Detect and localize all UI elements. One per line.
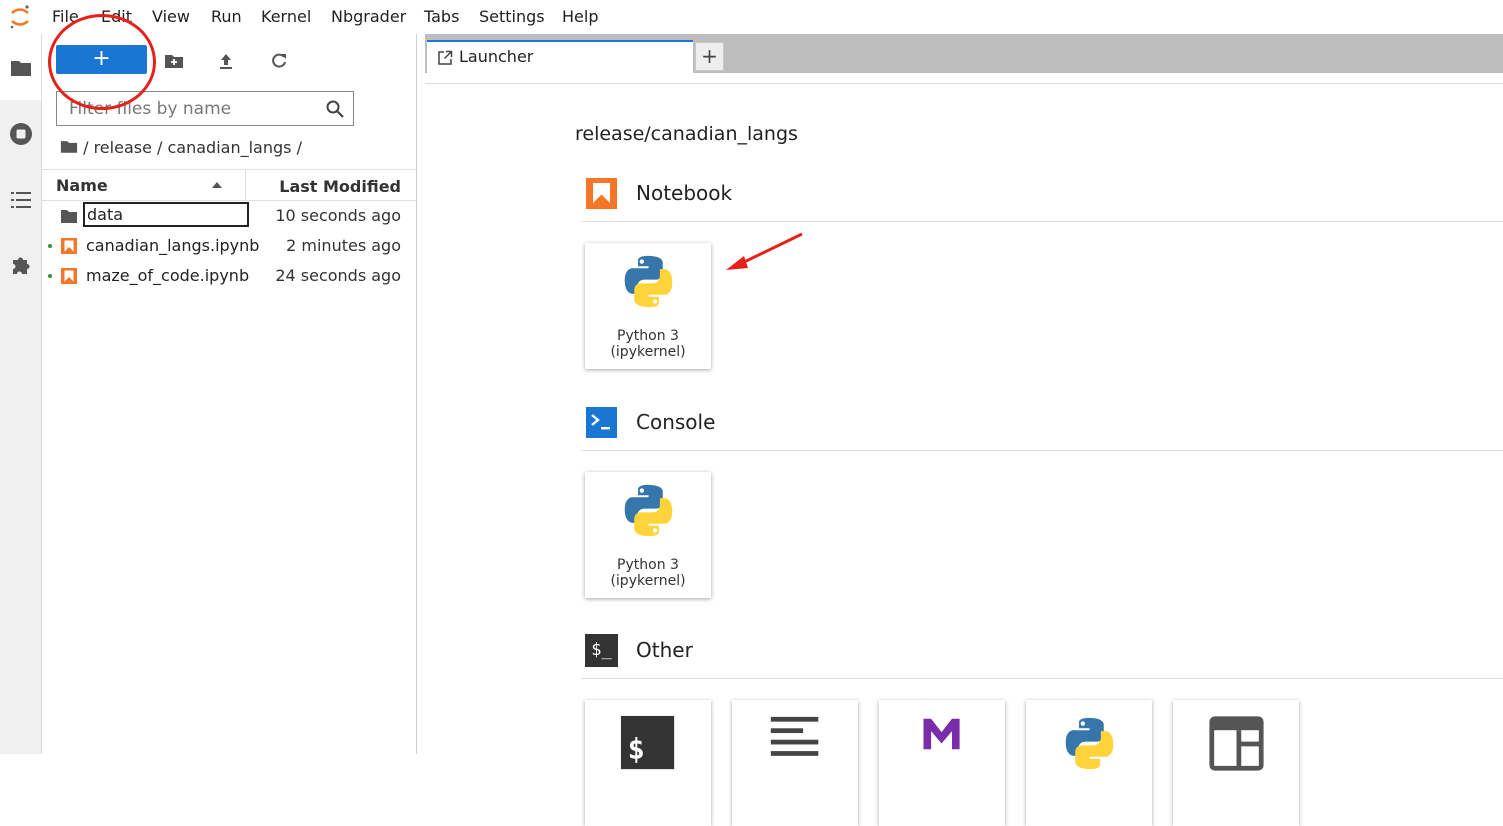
- breadcrumb-separator: /: [83, 138, 89, 157]
- column-divider[interactable]: [245, 170, 246, 200]
- other-section-title: Other: [636, 638, 693, 662]
- breadcrumb-canadian-langs[interactable]: canadian_langs: [168, 138, 292, 157]
- console-section-icon: [586, 407, 617, 438]
- red-arrow-annotation: [726, 232, 803, 270]
- sort-ascending-icon[interactable]: [212, 182, 222, 188]
- new-folder-icon[interactable]: [164, 51, 184, 71]
- folder-icon[interactable]: [9, 56, 33, 80]
- show-contextual-help-icon: [1209, 716, 1264, 771]
- rename-input[interactable]: data: [83, 202, 249, 227]
- terminal-card[interactable]: $: [585, 700, 711, 826]
- python-logo-icon: [624, 255, 673, 308]
- menu-bar: File Edit View Run Kernel Nbgrader Tabs …: [0, 0, 1503, 34]
- launcher-tab-icon: [438, 50, 453, 65]
- card-label: Python 3 (ipykernel): [610, 557, 686, 589]
- breadcrumb: / release / canadian_langs /: [60, 138, 302, 160]
- extension-puzzle-icon[interactable]: [9, 254, 33, 278]
- file-modified: 10 seconds ago: [275, 206, 401, 225]
- file-list-header: Name Last Modified: [42, 169, 416, 201]
- tab-bar: Launcher +: [425, 34, 1503, 73]
- notebook-python3-card[interactable]: Python 3 (ipykernel): [585, 243, 711, 369]
- menu-view[interactable]: View: [152, 7, 190, 26]
- card-label: Python 3 (ipykernel): [610, 328, 686, 360]
- main-area: Launcher + release/canadian_langs Notebo…: [425, 34, 1503, 826]
- other-section-icon: $_: [585, 634, 618, 667]
- file-row-maze-of-code[interactable]: maze_of_code.ipynb 24 seconds ago: [42, 261, 416, 291]
- breadcrumb-separator: /: [157, 138, 163, 157]
- file-browser-panel: + / release / canadian_langs / Name Last…: [42, 34, 417, 754]
- running-indicator: [48, 244, 52, 248]
- python-logo-icon: [624, 484, 673, 537]
- file-name: maze_of_code.ipynb: [86, 266, 250, 285]
- running-stop-icon[interactable]: [9, 122, 33, 146]
- folder-icon: [61, 210, 77, 223]
- python-file-icon: [1065, 717, 1114, 770]
- svg-text:$: $: [628, 733, 645, 766]
- contextual-help-card[interactable]: [1173, 700, 1299, 826]
- breadcrumb-separator: /: [296, 138, 302, 157]
- menu-run[interactable]: Run: [211, 7, 242, 26]
- refresh-icon[interactable]: [269, 51, 289, 71]
- running-indicator: [48, 274, 52, 278]
- jupyter-logo-icon: [10, 5, 29, 29]
- file-row-canadian-langs[interactable]: canadian_langs.ipynb 2 minutes ago: [42, 231, 416, 261]
- notebook-section-icon: [586, 178, 617, 209]
- column-name-header[interactable]: Name: [56, 176, 108, 195]
- home-folder-icon[interactable]: [60, 139, 78, 154]
- red-circle-annotation: [48, 14, 156, 110]
- menu-settings[interactable]: Settings: [479, 7, 545, 26]
- markdown-icon: [923, 718, 960, 750]
- tab-label: Launcher: [459, 47, 534, 66]
- search-icon: [326, 100, 344, 118]
- column-modified-header[interactable]: Last Modified: [279, 177, 401, 196]
- terminal-icon: $: [620, 715, 675, 770]
- text-file-icon: [770, 716, 819, 756]
- text-file-card[interactable]: [732, 700, 858, 826]
- notebook-section-title: Notebook: [636, 181, 733, 205]
- menu-tabs[interactable]: Tabs: [424, 7, 459, 26]
- launcher-top-border: [425, 83, 1503, 84]
- python-file-card[interactable]: [1026, 700, 1152, 826]
- file-row-data[interactable]: data 10 seconds ago: [42, 201, 416, 231]
- menu-kernel[interactable]: Kernel: [261, 7, 311, 26]
- file-modified: 2 minutes ago: [286, 236, 401, 255]
- file-name: canadian_langs.ipynb: [86, 236, 260, 255]
- section-divider: [581, 450, 1503, 451]
- add-tab-button[interactable]: +: [695, 42, 724, 71]
- markdown-file-card[interactable]: [879, 700, 1005, 826]
- menu-help[interactable]: Help: [562, 7, 598, 26]
- panel-splitter[interactable]: [417, 34, 425, 754]
- section-divider: [581, 221, 1503, 222]
- console-section-title: Console: [636, 410, 716, 434]
- notebook-icon: [61, 238, 77, 254]
- section-divider: [581, 678, 1503, 679]
- toc-list-icon[interactable]: [9, 188, 33, 212]
- upload-icon[interactable]: [216, 51, 236, 71]
- menu-nbgrader[interactable]: Nbgrader: [331, 7, 406, 26]
- notebook-icon: [61, 268, 77, 284]
- launcher-cwd: release/canadian_langs: [575, 123, 798, 145]
- tab-launcher[interactable]: Launcher: [427, 40, 693, 73]
- console-python3-card[interactable]: Python 3 (ipykernel): [585, 472, 711, 598]
- file-modified: 24 seconds ago: [275, 266, 401, 285]
- breadcrumb-release[interactable]: release: [94, 138, 152, 157]
